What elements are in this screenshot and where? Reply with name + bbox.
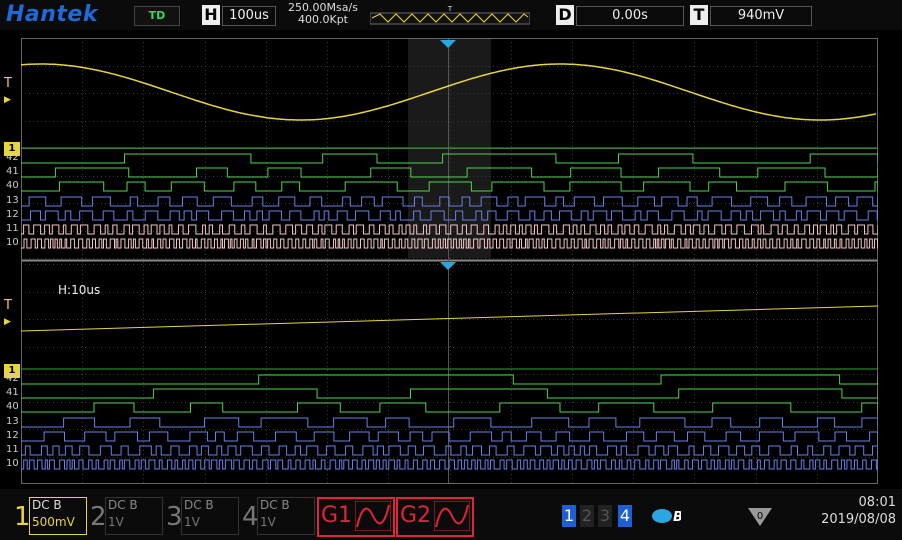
- channel-scale: 1V: [260, 515, 276, 529]
- channel-scale: 1V: [184, 515, 200, 529]
- sine-icon: [355, 501, 391, 531]
- row-label-lower-11: 11: [6, 444, 19, 455]
- waveform-display[interactable]: [21, 38, 878, 484]
- generator-1-button[interactable]: G1: [317, 497, 395, 537]
- ch1-zoom-level-marker[interactable]: T ▶: [4, 298, 20, 328]
- channel-scale: 1V: [108, 515, 124, 529]
- row-label-upper-13: 13: [6, 195, 19, 206]
- channel-2-button[interactable]: 2 DC B 1V: [90, 497, 164, 535]
- d-label: D: [556, 5, 574, 25]
- usb-icon[interactable]: B: [651, 506, 683, 526]
- row-label-upper-10: 10: [6, 237, 19, 248]
- memory-depth: 400.0Kpt: [298, 13, 348, 26]
- ch1-level-marker[interactable]: T ▶: [4, 76, 20, 106]
- clock: 08:01 2019/08/08: [821, 494, 896, 528]
- brand-logo: Hantek: [6, 2, 98, 27]
- trigger-position-indicator[interactable]: T: [370, 5, 530, 25]
- svg-text:0: 0: [757, 511, 763, 522]
- clock-time: 08:01: [858, 495, 896, 510]
- channel-coupling: DC B: [32, 498, 62, 512]
- channel-3-button[interactable]: 3 DC B 1V: [166, 497, 240, 535]
- row-label-lower-10: 10: [6, 458, 19, 469]
- page-1-button[interactable]: 1: [562, 505, 576, 527]
- zoom-timebase-label: H:10us: [58, 283, 101, 297]
- trigger-level-value[interactable]: 940mV: [710, 6, 812, 26]
- timebase-value[interactable]: 100us: [222, 6, 276, 26]
- delay-value[interactable]: 0.00s: [576, 6, 684, 26]
- row-label-lower-41: 41: [6, 387, 19, 398]
- row-label-upper-42: 42: [6, 152, 19, 163]
- channel-coupling: DC B: [184, 498, 214, 512]
- row-label-lower-42: 42: [6, 373, 19, 384]
- row-label-upper-12: 12: [6, 209, 19, 220]
- channel-4-button[interactable]: 4 DC B 1V: [242, 497, 316, 535]
- row-label-upper-11: 11: [6, 223, 19, 234]
- acquisition-info: 250.00Msa/s 400.0Kpt: [280, 2, 366, 26]
- page-3-button[interactable]: 3: [598, 505, 612, 527]
- row-label-upper-41: 41: [6, 166, 19, 177]
- page-2-button[interactable]: 2: [580, 505, 594, 527]
- counter-badge[interactable]: 0: [746, 504, 774, 528]
- sine-icon: [434, 501, 470, 531]
- channel-coupling: DC B: [260, 498, 290, 512]
- channel-1-button[interactable]: 1 DC B 500mV: [14, 497, 88, 535]
- row-label-lower-12: 12: [6, 430, 19, 441]
- row-label-upper-40: 40: [6, 180, 19, 191]
- trig-marker: T: [447, 5, 453, 13]
- row-label-lower-40: 40: [6, 401, 19, 412]
- h-label: H: [202, 5, 220, 25]
- channel-coupling: DC B: [108, 498, 138, 512]
- generator-2-button[interactable]: G2: [396, 497, 474, 537]
- channel-scale: 500mV: [32, 515, 75, 529]
- svg-text:B: B: [673, 510, 681, 525]
- page-4-button[interactable]: 4: [618, 505, 632, 527]
- row-label-lower-13: 13: [6, 416, 19, 427]
- mode-badge[interactable]: TD: [134, 6, 180, 26]
- t-label: T: [690, 5, 708, 25]
- top-bar: Hantek TD H 100us 250.00Msa/s 400.0Kpt T…: [0, 0, 902, 30]
- clock-date: 2019/08/08: [821, 512, 896, 527]
